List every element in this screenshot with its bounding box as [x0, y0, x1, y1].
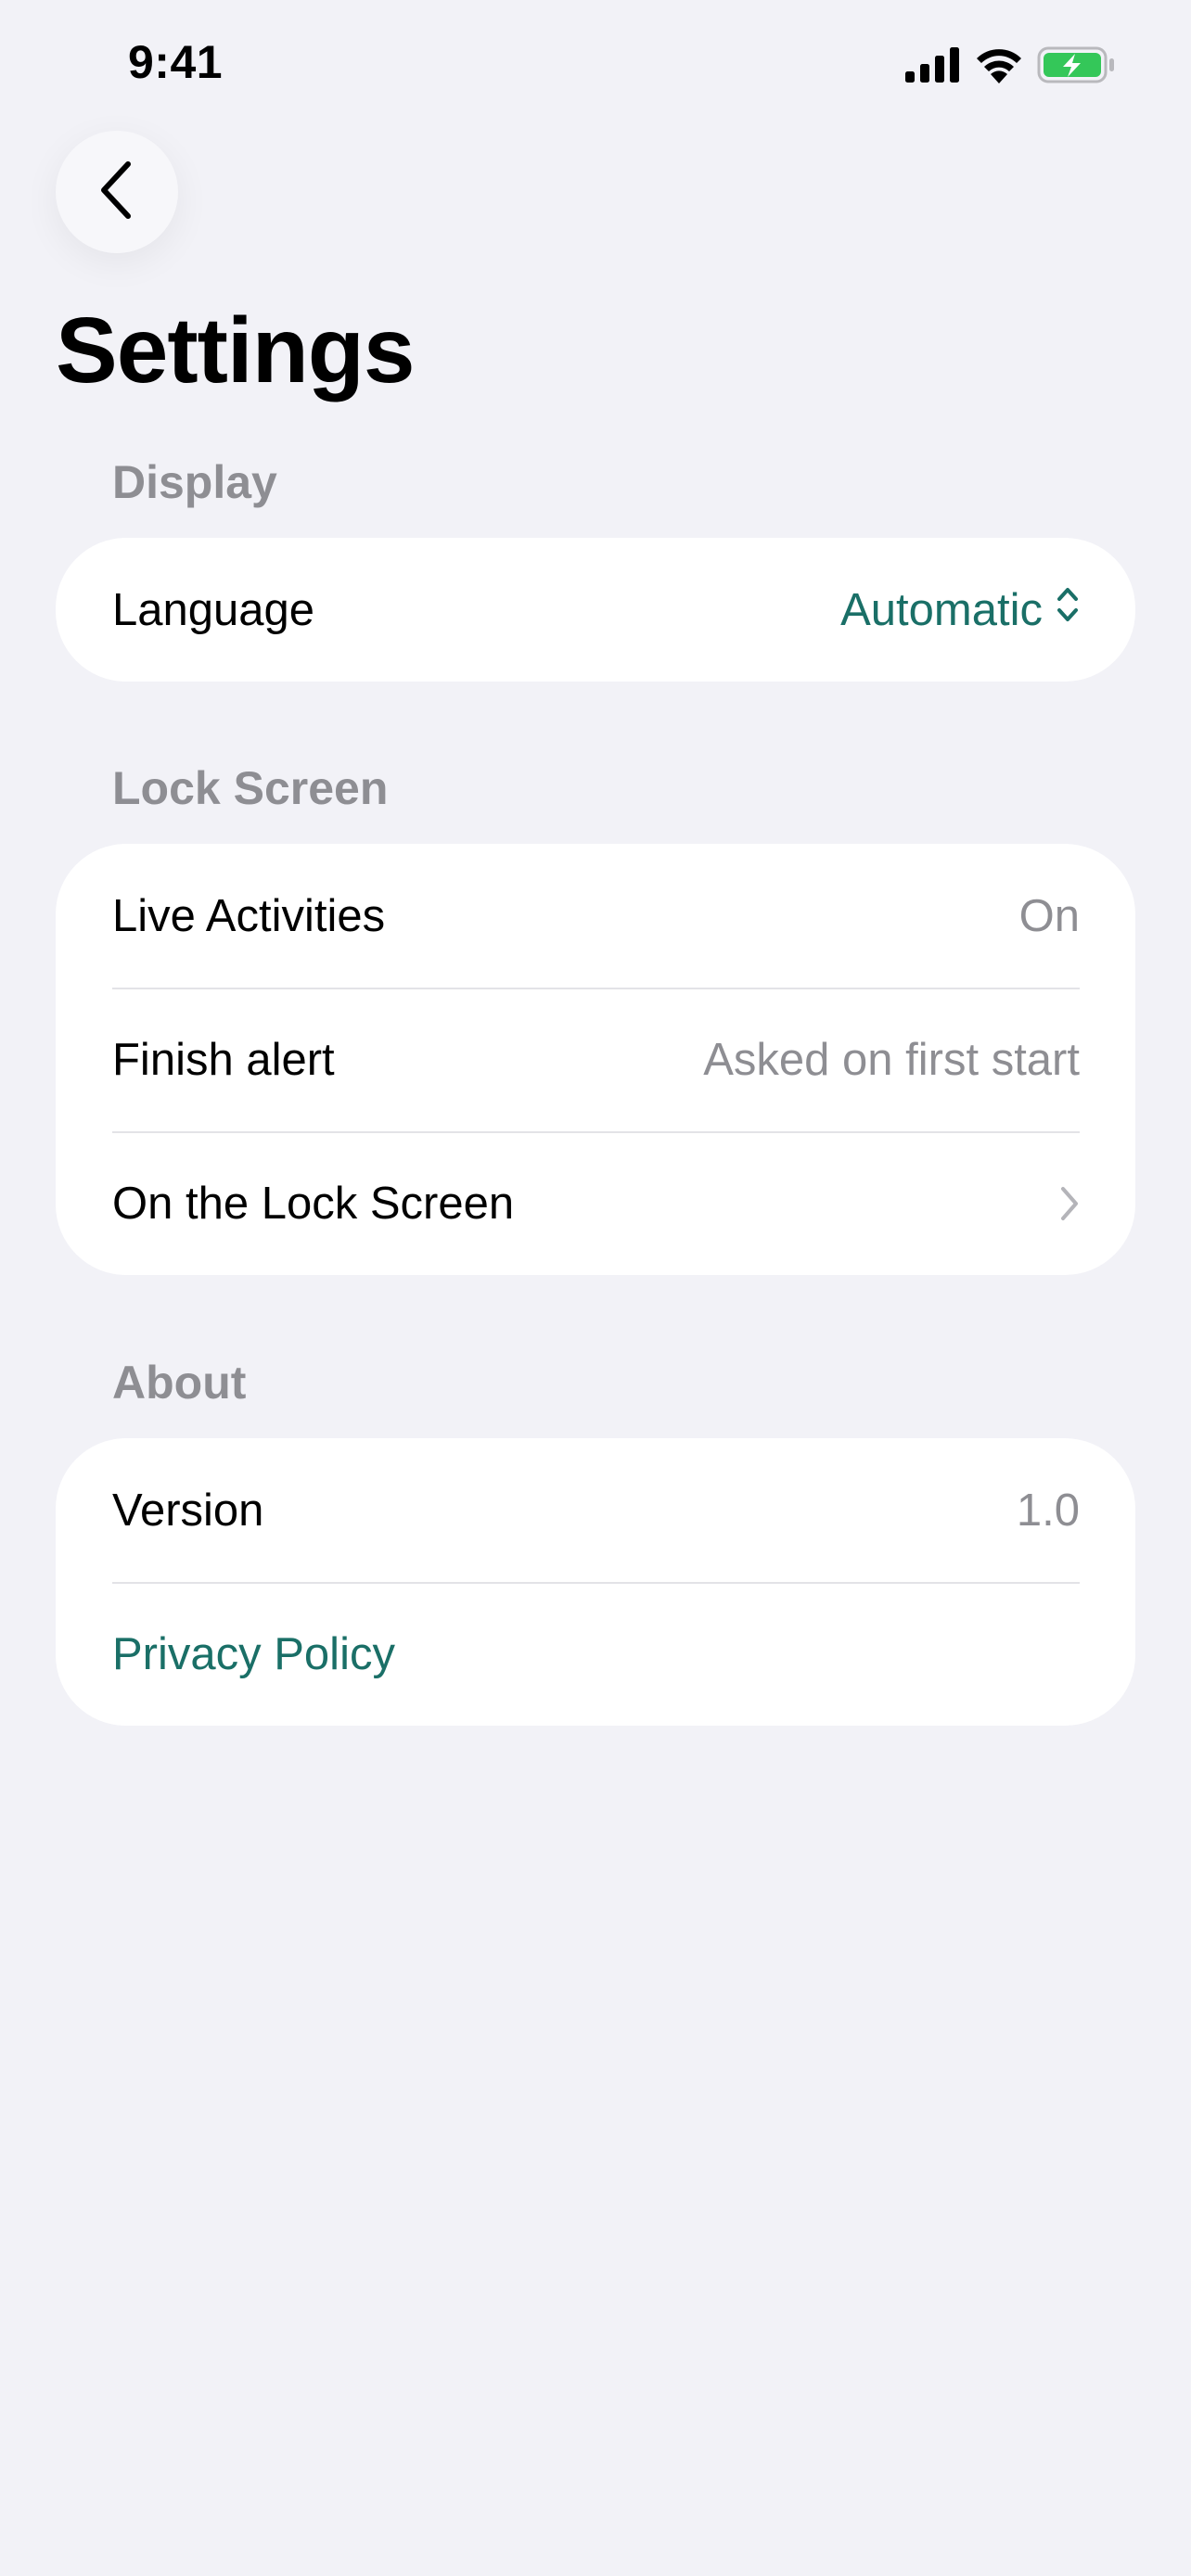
section-header-display: Display — [112, 456, 277, 508]
section-header-about: About — [112, 1357, 247, 1409]
page-title: Settings — [56, 299, 415, 402]
battery-charging-icon — [1037, 46, 1117, 83]
language-label: Language — [112, 584, 315, 635]
finish-alert-label: Finish alert — [112, 1034, 335, 1085]
display-group: Language Automatic — [56, 538, 1135, 682]
chevron-right-icon — [1059, 1185, 1080, 1222]
lock-screen-group: Live Activities On Finish alert Asked on… — [56, 844, 1135, 1275]
language-row[interactable]: Language Automatic — [56, 538, 1135, 682]
privacy-policy-link[interactable]: Privacy Policy — [112, 1628, 395, 1680]
on-lock-screen-row[interactable]: On the Lock Screen — [56, 1131, 1135, 1275]
live-activities-value: On — [1018, 890, 1080, 941]
wifi-icon — [974, 46, 1024, 83]
version-value: 1.0 — [1016, 1485, 1080, 1536]
on-lock-screen-label: On the Lock Screen — [112, 1178, 515, 1229]
version-label: Version — [112, 1485, 264, 1536]
live-activities-label: Live Activities — [112, 890, 386, 941]
section-header-lock-screen: Lock Screen — [112, 762, 389, 814]
status-bar: 9:41 — [0, 0, 1191, 130]
finish-alert-value: Asked on first start — [703, 1034, 1080, 1085]
language-picker[interactable]: Automatic — [840, 584, 1080, 636]
privacy-policy-row[interactable]: Privacy Policy — [56, 1582, 1135, 1726]
chevron-left-icon — [98, 160, 135, 224]
language-value: Automatic — [840, 584, 1043, 635]
live-activities-row[interactable]: Live Activities On — [56, 844, 1135, 988]
about-group: Version 1.0 Privacy Policy — [56, 1438, 1135, 1726]
back-button[interactable] — [56, 131, 178, 253]
version-row: Version 1.0 — [56, 1438, 1135, 1582]
status-icons — [905, 46, 1117, 83]
chevron-up-down-icon — [1056, 584, 1080, 636]
status-time: 9:41 — [128, 36, 224, 88]
finish-alert-row[interactable]: Finish alert Asked on first start — [56, 988, 1135, 1131]
cellular-signal-icon — [905, 47, 961, 83]
